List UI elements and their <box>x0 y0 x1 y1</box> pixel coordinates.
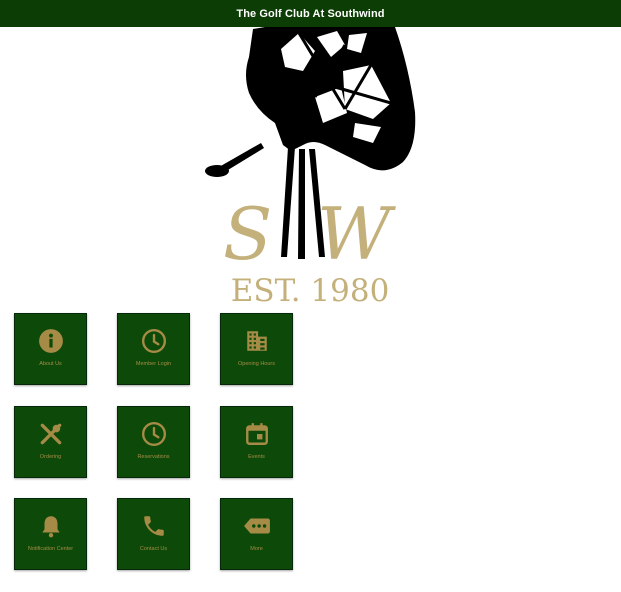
tile-label: Events <box>248 454 265 460</box>
tile-contact-us[interactable]: Contact Us <box>117 498 190 570</box>
logo-letter-s: S <box>223 192 272 276</box>
utensils-icon <box>37 420 65 448</box>
clock-icon <box>140 327 168 355</box>
app-header: The Golf Club At Southwind <box>0 0 621 27</box>
tile-label: Ordering <box>39 454 62 460</box>
tile-label: Member Login <box>135 361 172 367</box>
more-tag-icon <box>243 512 271 540</box>
tile-member-login[interactable]: Member Login <box>117 313 190 385</box>
tile-label: Notification Center <box>27 546 74 552</box>
tile-label: About Us <box>39 361 62 367</box>
tile-more[interactable]: More <box>220 498 293 570</box>
clock-icon <box>140 420 168 448</box>
tile-events[interactable]: Events <box>220 406 293 478</box>
tile-label: Reservations <box>137 454 170 460</box>
logo-established: EST. 1980 <box>231 273 390 309</box>
tile-label: Opening Hours <box>238 361 275 367</box>
phone-icon <box>140 512 168 540</box>
club-logo: S W EST. 1980 <box>205 27 416 309</box>
info-icon <box>37 327 65 355</box>
logo-letter-w: W <box>317 192 396 276</box>
app-title: The Golf Club At Southwind <box>236 7 385 20</box>
tile-ordering[interactable]: Ordering <box>14 406 87 478</box>
tile-notification-center[interactable]: Notification Center <box>14 498 87 570</box>
building-icon <box>243 327 271 355</box>
tile-opening-hours[interactable]: Opening Hours <box>220 313 293 385</box>
bell-icon <box>37 512 65 540</box>
tile-about-us[interactable]: About Us <box>14 313 87 385</box>
tile-reservations[interactable]: Reservations <box>117 406 190 478</box>
tile-label: Contact Us <box>139 546 168 552</box>
tile-label: More <box>250 546 263 552</box>
calendar-icon <box>243 420 271 448</box>
